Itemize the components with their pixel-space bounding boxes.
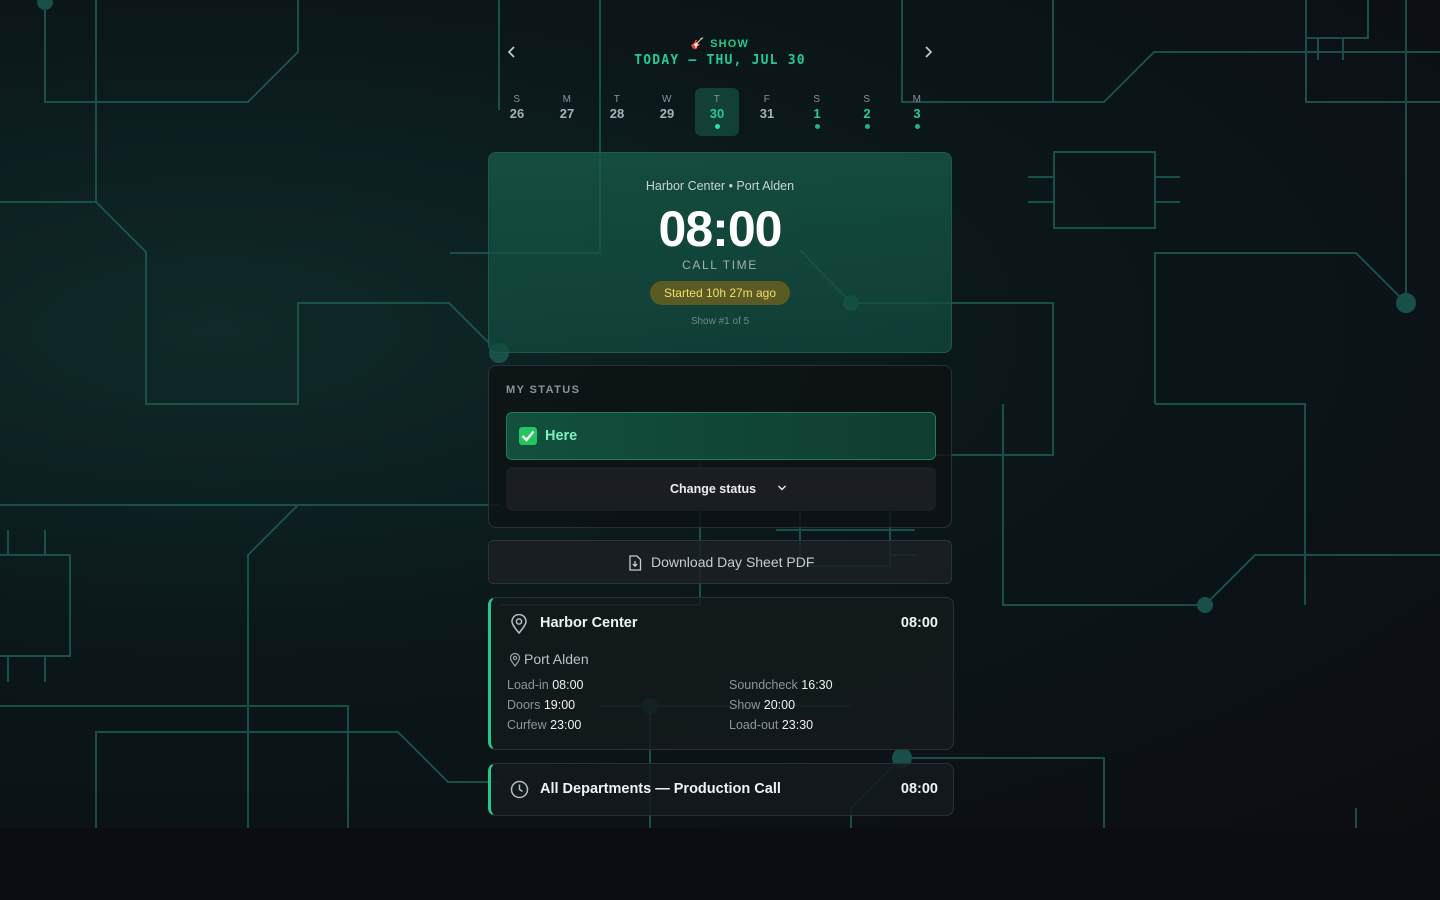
download-label: Download Day Sheet PDF	[651, 554, 815, 570]
chevron-down-icon	[778, 485, 786, 491]
day-28[interactable]: T 28	[595, 88, 639, 136]
elapsed-badge: Started 10h 27m ago	[650, 281, 790, 305]
event-indicator-dot	[914, 124, 920, 129]
download-day-sheet-button[interactable]: Download Day Sheet PDF	[488, 540, 952, 584]
show-index: Show #1 of 5	[690, 316, 750, 327]
day-number: 1	[813, 106, 821, 121]
clock-icon	[510, 780, 529, 799]
current-status-button[interactable]: Here	[506, 412, 936, 460]
day-number: 31	[759, 106, 775, 121]
venue-name: Harbor Center	[540, 615, 638, 631]
day-of-week-label: F	[763, 94, 771, 105]
event-name: All Departments — Production Call	[540, 781, 781, 797]
day-of-week-label: M	[562, 94, 572, 105]
call-time-label: CALL TIME	[682, 258, 758, 272]
event-indicator-dot	[814, 124, 820, 129]
day-of-week-label: S	[863, 94, 871, 105]
day-number: 29	[659, 106, 675, 121]
event-indicator-dot	[714, 124, 720, 129]
day-of-week-label: W	[662, 94, 672, 105]
change-status-label: Change status	[670, 482, 757, 496]
map-pin-icon	[511, 614, 527, 634]
schedule-load-in: Load-in 08:00	[507, 678, 584, 692]
schedule-doors: Doors 19:00	[507, 698, 576, 712]
day-of-week-label: S	[513, 94, 521, 105]
day-29[interactable]: W 29	[645, 88, 689, 136]
day-30[interactable]: T 30	[695, 88, 739, 136]
venue-card[interactable]: Harbor Center 08:00 Port Alden Load-in 0…	[488, 597, 954, 750]
schedule-soundcheck: Soundcheck 16:30	[729, 678, 833, 692]
file-download-icon	[629, 555, 642, 571]
week-strip: S 26 M 27 T 28 W 29 T 30 F 31 S 1 S 2 M 3	[495, 88, 945, 136]
call-time-card: Harbor Center • Port Alden 08:00 CALL TI…	[488, 152, 952, 353]
event-indicator-dot	[864, 124, 870, 129]
schedule-show: Show 20:00	[729, 698, 796, 712]
day-27[interactable]: M 27	[545, 88, 589, 136]
day-number: 28	[609, 106, 625, 121]
day-3[interactable]: M3	[895, 88, 939, 136]
schedule-curfew: Curfew 23:00	[507, 718, 582, 732]
schedule-load-out: Load-out 23:30	[729, 718, 814, 732]
status-card: MY STATUS Here Change status	[488, 365, 952, 528]
day-number: 27	[559, 106, 575, 121]
day-number: 3	[913, 106, 921, 121]
event-time: 08:00	[900, 781, 938, 797]
day-of-week-label: M	[912, 94, 922, 105]
venue-time: 08:00	[900, 615, 938, 631]
day-number: 26	[509, 106, 525, 121]
venue-city: Port Alden	[524, 651, 589, 667]
guitar-icon: 🎸	[690, 38, 706, 50]
page-title: TODAY — THU, JUL 30	[634, 53, 806, 68]
event-card[interactable]: All Departments — Production Call 08:00	[488, 763, 954, 816]
day-1[interactable]: S1	[795, 88, 839, 136]
day-type-label: 🎸 SHOW	[690, 38, 750, 50]
status-section-label: MY STATUS	[506, 384, 581, 396]
day-view: 🎸 SHOW TODAY — THU, JUL 30 S 26 M 27 T 28 W 29 T…	[488, 0, 954, 828]
day-number: 30	[709, 106, 725, 121]
location-pin-icon	[509, 653, 521, 667]
day-of-week-label: S	[813, 94, 821, 105]
day-31[interactable]: F 31	[745, 88, 789, 136]
change-status-button[interactable]: Change status	[506, 467, 936, 511]
check-box-icon	[519, 427, 537, 445]
day-26[interactable]: S 26	[495, 88, 539, 136]
current-status-label: Here	[545, 428, 578, 444]
day-of-week-label: T	[613, 94, 621, 105]
day-of-week-label: T	[713, 94, 721, 105]
day-number: 2	[863, 106, 871, 121]
call-time: 08:00	[658, 201, 783, 257]
day-2[interactable]: S2	[845, 88, 889, 136]
venue-line: Harbor Center • Port Alden	[645, 179, 795, 193]
